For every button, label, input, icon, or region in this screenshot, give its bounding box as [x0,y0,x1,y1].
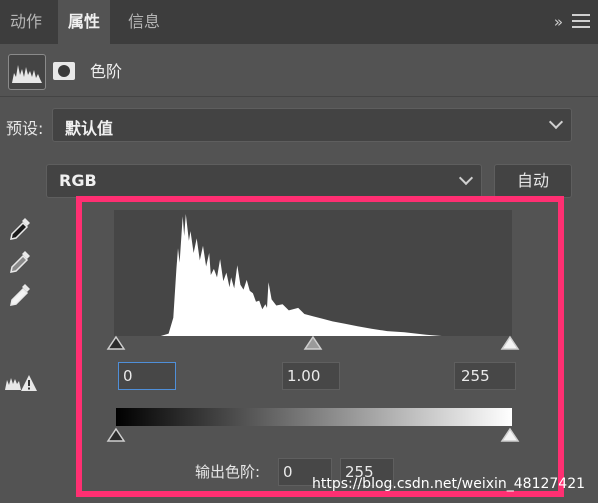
divider [0,96,598,97]
clipping-warning-icon[interactable] [4,372,38,394]
channel-value: RGB [59,171,97,190]
preset-value: 默认值 [65,119,114,138]
chevron-down-icon [548,114,564,130]
preset-select[interactable]: 默认值 [52,108,572,142]
auto-button[interactable]: 自动 [494,164,572,198]
panel-menu-icon[interactable] [572,14,590,30]
levels-adjustment-icon[interactable] [8,54,46,90]
tab-properties[interactable]: 属性 [58,0,111,44]
tab-info[interactable]: 信息 [118,0,170,44]
preset-label: 预设: [6,119,44,138]
black-point-eyedropper-icon[interactable] [8,216,32,242]
gray-point-eyedropper-icon[interactable] [8,249,32,275]
chevron-down-icon [458,170,474,186]
highlight-annotation-box [76,196,564,497]
watermark: https://blog.csdn.net/weixin_48127421 [312,476,586,492]
collapse-panel-icon[interactable]: » [554,0,563,44]
tab-actions[interactable]: 动作 [0,0,52,44]
white-point-eyedropper-icon[interactable] [8,282,32,308]
panel-title: 色阶 [90,62,123,81]
mask-icon[interactable] [52,60,76,82]
channel-select[interactable]: RGB [46,164,482,198]
